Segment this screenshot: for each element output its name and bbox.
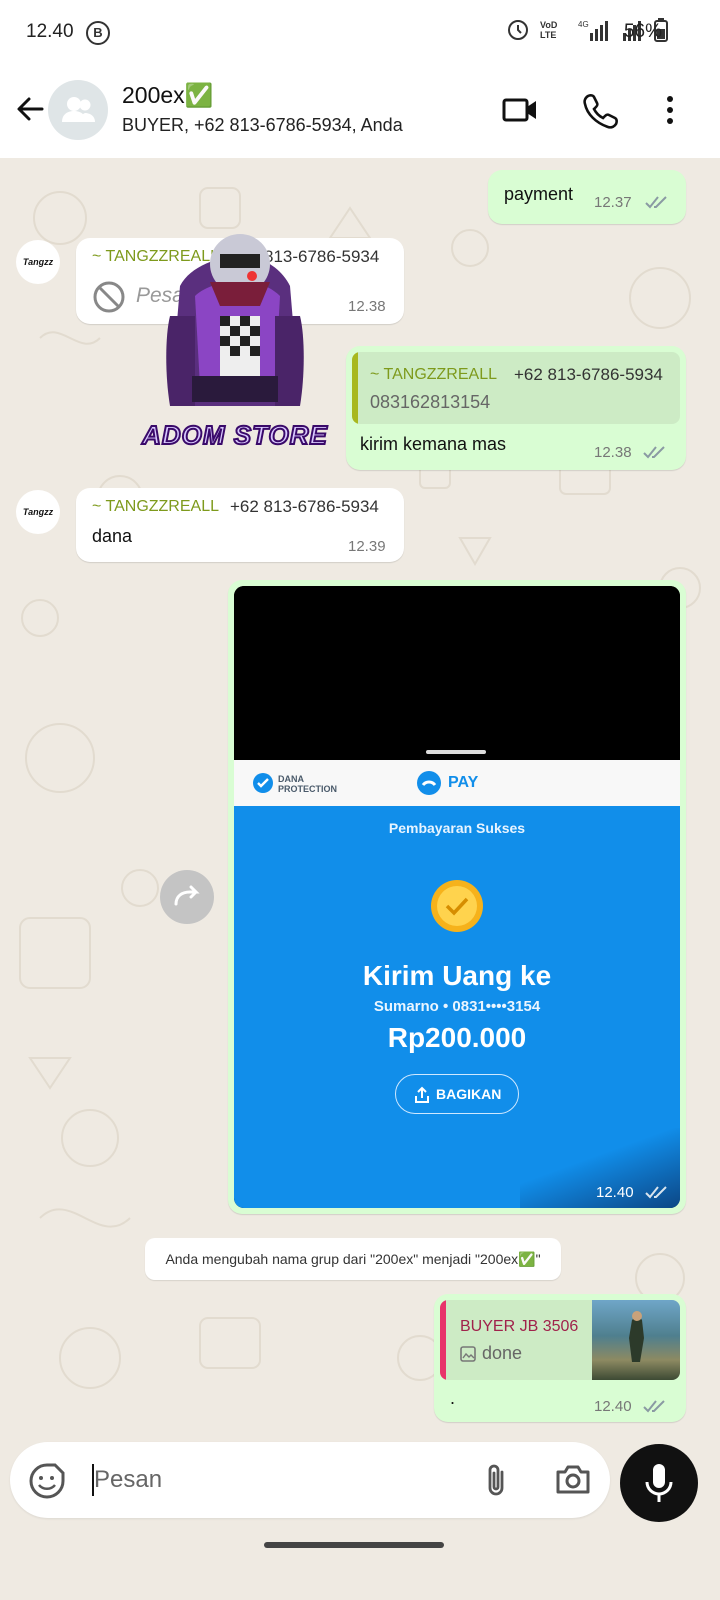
sender-avatar[interactable]: Tangzz (16, 490, 60, 534)
battery-percent: 56% (623, 21, 662, 42)
message-text: kirim kemana mas (360, 434, 507, 454)
quoted-text: 083162813154 (370, 392, 491, 412)
more-vert-icon[interactable] (648, 88, 692, 132)
sender-name[interactable]: ~ TANGZZREALL (92, 498, 219, 516)
chat-title[interactable]: 200ex✅ (122, 82, 213, 109)
message-text: payment (504, 184, 574, 204)
mic-icon (645, 1464, 673, 1502)
image-handle (426, 750, 486, 754)
b-icon: B (86, 21, 110, 45)
sender-phone: +62 813-6786-5934 (230, 497, 379, 516)
sticker-icon[interactable] (28, 1462, 66, 1500)
message-time: 12.38 (594, 444, 632, 461)
outgoing-image-message[interactable]: DANA PROTECTION PAY Pembayaran Sukses Ki… (228, 580, 686, 1214)
quoted-thumbnail (592, 1300, 680, 1380)
quoted-text: done (482, 1343, 523, 1363)
message-time: 12.38 (348, 298, 386, 315)
quote-bar (440, 1300, 446, 1380)
signal-icon: 4G (578, 20, 608, 41)
quoted-message[interactable]: BUYER JB 3506 done (440, 1300, 680, 1380)
gesture-bar[interactable] (264, 1542, 444, 1548)
group-avatar-icon (62, 97, 95, 122)
message-time: 12.40 (596, 1184, 634, 1201)
outgoing-message[interactable]: ~ TANGZZREALL +62 813-6786-5934 08316281… (346, 346, 686, 470)
image-top-black (234, 586, 680, 760)
quoted-message[interactable]: ~ TANGZZREALL +62 813-6786-5934 08316281… (352, 352, 680, 424)
share-icon (415, 1086, 429, 1103)
dana-body: Pembayaran Sukses Kirim Uang ke Sumarno … (234, 806, 680, 1208)
outgoing-message[interactable]: payment 12.37 (488, 170, 686, 224)
receipt-amount: Rp200.000 (387, 1022, 527, 1053)
sync-icon (508, 20, 528, 40)
read-ticks-icon (643, 1400, 665, 1413)
incoming-message[interactable]: ~ TANGZZREALL +62 813-6786-5934 dana 12.… (76, 488, 404, 562)
share-button[interactable]: BAGIKAN (395, 1074, 519, 1114)
message-text: . (450, 1388, 456, 1408)
forward-icon (174, 885, 200, 906)
photo-icon (460, 1346, 476, 1362)
quote-bar (352, 352, 358, 424)
video-call-icon[interactable] (498, 88, 542, 132)
sticker[interactable]: ADOM STORE (140, 226, 330, 470)
input-placeholder: Pesan (94, 1466, 163, 1493)
system-message: Anda mengubah nama grup dari "200ex" men… (145, 1238, 561, 1280)
forward-button[interactable] (160, 870, 214, 924)
sticker-text: ADOM STORE (141, 419, 328, 451)
chat-subtitle[interactable]: BUYER, +62 813-6786-5934, Anda (122, 115, 403, 136)
svg-text:4G: 4G (578, 20, 589, 29)
quoted-sender: ~ TANGZZREALL (370, 366, 497, 383)
shield-check-icon (253, 773, 273, 793)
quoted-sender: BUYER JB 3506 (460, 1318, 579, 1335)
mic-button[interactable] (620, 1444, 698, 1522)
status-time: 12.40 (26, 21, 74, 42)
pay-label: PAY (448, 774, 479, 791)
share-button-label: BAGIKAN (436, 1086, 502, 1102)
payment-status: Pembayaran Sukses (388, 820, 526, 836)
receipt-headline: Kirim Uang ke (362, 960, 552, 991)
deleted-icon (93, 281, 125, 313)
group-avatar[interactable] (48, 80, 108, 140)
composer-bar: Pesan (0, 1442, 720, 1600)
read-ticks-icon (643, 446, 665, 459)
chat-header: 200ex✅ BUYER, +62 813-6786-5934, Anda (0, 64, 720, 158)
dana-header: DANA PROTECTION PAY (234, 760, 680, 806)
attach-icon[interactable] (480, 1462, 514, 1500)
message-time: 12.39 (348, 538, 386, 555)
message-input[interactable]: Pesan (10, 1442, 610, 1518)
volte-icon: VoD LTE (540, 20, 558, 40)
thumbnail-figure (629, 1311, 644, 1362)
back-arrow-icon[interactable] (12, 91, 48, 127)
quoted-phone: +62 813-6786-5934 (514, 365, 663, 384)
sender-avatar[interactable]: Tangzz (16, 240, 60, 284)
receipt-image[interactable]: DANA PROTECTION PAY Pembayaran Sukses Ki… (234, 586, 680, 1208)
success-coin-icon (431, 880, 483, 932)
outgoing-message[interactable]: BUYER JB 3506 done . 12.40 (434, 1294, 686, 1422)
status-bar: 12.40 B VoD LTE 4G 56% (0, 0, 720, 64)
message-time: 12.40 (594, 1398, 632, 1415)
camera-icon[interactable] (554, 1462, 592, 1498)
dana-logo-icon (417, 771, 441, 795)
read-ticks-icon (645, 1186, 667, 1199)
phone-icon[interactable] (578, 88, 622, 132)
receipt-recipient: Sumarno • 0831••••3154 (373, 998, 541, 1015)
read-ticks-icon (645, 196, 667, 209)
chat-area[interactable]: payment 12.37 Tangzz ~ TANGZZREALL 813-6… (0, 158, 720, 1526)
message-time: 12.37 (594, 194, 632, 211)
dana-protection-label: DANA PROTECTION (278, 774, 338, 794)
message-text: dana (92, 526, 133, 546)
